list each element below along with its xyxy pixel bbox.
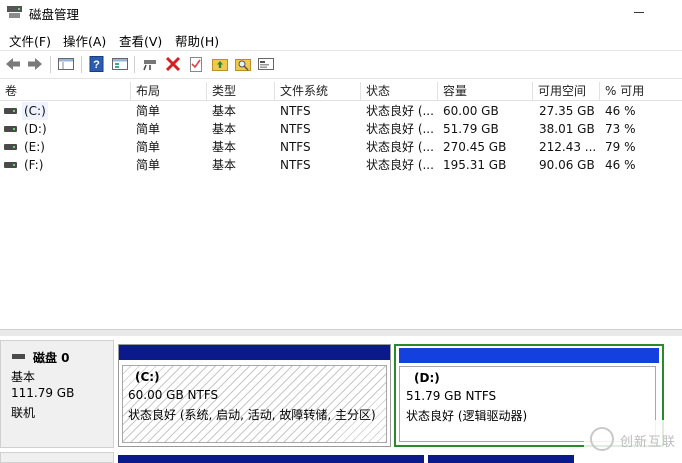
back-arrow-icon[interactable] bbox=[4, 55, 22, 73]
drive-icon bbox=[4, 162, 17, 168]
volume-name: (C:) bbox=[22, 102, 48, 120]
column-header-type[interactable]: 类型 bbox=[207, 82, 275, 101]
console-icon[interactable] bbox=[257, 55, 275, 73]
disk-management-app-icon bbox=[7, 5, 22, 19]
toolbar-separator bbox=[50, 56, 51, 73]
table-row[interactable]: (D:) 简单 基本 NTFS 状态良好 (... 51.79 GB 38.01… bbox=[0, 120, 682, 138]
svg-text:?: ? bbox=[93, 59, 100, 71]
status-cell: 状态良好 (... bbox=[366, 122, 434, 136]
toolbar-separator bbox=[134, 56, 135, 73]
volume-name: (F:) bbox=[24, 158, 44, 172]
menu-help[interactable]: 帮助(H) bbox=[175, 31, 219, 50]
disk-name: 磁盘 0 bbox=[33, 351, 70, 365]
layout-cell: 简单 bbox=[136, 122, 161, 136]
status-cell: 状态良好 (... bbox=[366, 104, 434, 118]
status-cell: 状态良好 (... bbox=[366, 140, 434, 154]
volume-list: 卷 布局 类型 文件系统 状态 容量 可用空间 % 可用 (C:) 简单 基本 … bbox=[0, 82, 682, 329]
layout-cell: 简单 bbox=[136, 104, 161, 118]
watermark-logo-icon bbox=[590, 427, 614, 451]
minimize-button[interactable] bbox=[628, 0, 654, 26]
toolbar: ? bbox=[0, 50, 682, 79]
type-cell: 基本 bbox=[212, 140, 237, 154]
watermark: 创新互联 bbox=[584, 420, 682, 460]
capacity-cell: 51.79 GB bbox=[443, 122, 499, 136]
layout-cell: 简单 bbox=[136, 140, 161, 154]
partition-size: 51.79 GB NTFS bbox=[406, 389, 497, 403]
free-space-cell: 90.06 GB bbox=[539, 158, 595, 172]
percent-free-cell: 79 % bbox=[605, 140, 636, 154]
layout-cell: 简单 bbox=[136, 158, 161, 172]
free-space-cell: 212.43 ... bbox=[539, 140, 597, 154]
column-header-layout[interactable]: 布局 bbox=[131, 82, 207, 101]
filesystem-cell: NTFS bbox=[280, 140, 311, 154]
drive-icon bbox=[4, 144, 17, 150]
menu-view[interactable]: 查看(V) bbox=[119, 31, 162, 50]
window-title: 磁盘管理 bbox=[29, 7, 80, 22]
column-header-capacity[interactable]: 容量 bbox=[438, 82, 533, 101]
volume-name: (E:) bbox=[24, 140, 45, 154]
column-header-volume[interactable]: 卷 bbox=[0, 82, 131, 101]
type-cell: 基本 bbox=[212, 104, 237, 118]
partition-size: 60.00 GB NTFS bbox=[128, 388, 219, 402]
disk-state: 联机 bbox=[11, 406, 36, 420]
table-row[interactable]: (C:) 简单 基本 NTFS 状态良好 (... 60.00 GB 27.35… bbox=[0, 102, 682, 120]
volume-name: (D:) bbox=[24, 122, 47, 136]
capacity-cell: 195.31 GB bbox=[443, 158, 507, 172]
percent-free-cell: 46 % bbox=[605, 158, 636, 172]
free-space-cell: 27.35 GB bbox=[539, 104, 595, 118]
column-header-status[interactable]: 状态 bbox=[361, 82, 438, 101]
status-cell: 状态良好 (... bbox=[366, 158, 434, 172]
partition-status: 状态良好 (系统, 启动, 活动, 故障转储, 主分区) bbox=[128, 408, 376, 422]
logical-partition-bar bbox=[399, 348, 659, 363]
watermark-text: 创新互联 bbox=[620, 435, 677, 450]
capacity-cell: 270.45 GB bbox=[443, 140, 507, 154]
percent-free-cell: 73 % bbox=[605, 122, 636, 136]
filesystem-cell: NTFS bbox=[280, 122, 311, 136]
disk-type: 基本 bbox=[11, 370, 36, 384]
menu-bar: 文件(F) 操作(A) 查看(V) 帮助(H) bbox=[0, 27, 682, 49]
disk-icon bbox=[12, 354, 25, 359]
filesystem-cell: NTFS bbox=[280, 104, 311, 118]
drive-icon bbox=[4, 108, 17, 114]
column-header-percent-free[interactable]: % 可用 bbox=[600, 82, 682, 101]
partition-c[interactable]: (C:) 60.00 GB NTFS 状态良好 (系统, 启动, 活动, 故障转… bbox=[118, 344, 391, 447]
list-view-icon[interactable] bbox=[111, 55, 129, 73]
partition-status: 状态良好 (逻辑驱动器) bbox=[406, 409, 528, 423]
type-cell: 基本 bbox=[212, 158, 237, 172]
disk-size: 111.79 GB bbox=[11, 386, 75, 400]
partition-name: (D:) bbox=[414, 371, 440, 385]
disk-1-info[interactable] bbox=[0, 452, 114, 463]
capacity-cell: 60.00 GB bbox=[443, 104, 499, 118]
table-row[interactable]: (E:) 简单 基本 NTFS 状态良好 (... 270.45 GB 212.… bbox=[0, 138, 682, 156]
properties-view-icon[interactable] bbox=[57, 55, 75, 73]
free-space-cell: 38.01 GB bbox=[539, 122, 595, 136]
column-header-free-space[interactable]: 可用空间 bbox=[533, 82, 600, 101]
delete-icon[interactable] bbox=[164, 55, 182, 73]
column-header-filesystem[interactable]: 文件系统 bbox=[275, 82, 361, 101]
folder-up-icon[interactable] bbox=[211, 55, 229, 73]
partition-name: (C:) bbox=[135, 370, 160, 384]
menu-file[interactable]: 文件(F) bbox=[9, 31, 51, 50]
help-icon[interactable]: ? bbox=[88, 55, 106, 73]
percent-free-cell: 46 % bbox=[605, 104, 636, 118]
disk-0-info[interactable]: 磁盘 0 基本 111.79 GB 联机 bbox=[0, 340, 114, 448]
check-icon[interactable] bbox=[187, 55, 205, 73]
folder-search-icon[interactable] bbox=[234, 55, 252, 73]
forward-arrow-icon[interactable] bbox=[26, 55, 44, 73]
filesystem-cell: NTFS bbox=[280, 158, 311, 172]
menu-action[interactable]: 操作(A) bbox=[63, 31, 106, 50]
disk-graphical-view: 磁盘 0 基本 111.79 GB 联机 (C:) 60.00 GB NTFS … bbox=[0, 336, 682, 463]
type-cell: 基本 bbox=[212, 122, 237, 136]
connect-disk-icon[interactable] bbox=[141, 55, 159, 73]
next-disk-partition-bar bbox=[118, 455, 424, 463]
next-disk-partition-bar bbox=[428, 455, 574, 463]
primary-partition-bar bbox=[119, 345, 390, 360]
drive-icon bbox=[4, 126, 17, 132]
partition-c-body: (C:) 60.00 GB NTFS 状态良好 (系统, 启动, 活动, 故障转… bbox=[122, 365, 387, 443]
toolbar-separator bbox=[81, 56, 82, 73]
table-row[interactable]: (F:) 简单 基本 NTFS 状态良好 (... 195.31 GB 90.0… bbox=[0, 156, 682, 174]
title-bar: 磁盘管理 bbox=[0, 0, 682, 26]
